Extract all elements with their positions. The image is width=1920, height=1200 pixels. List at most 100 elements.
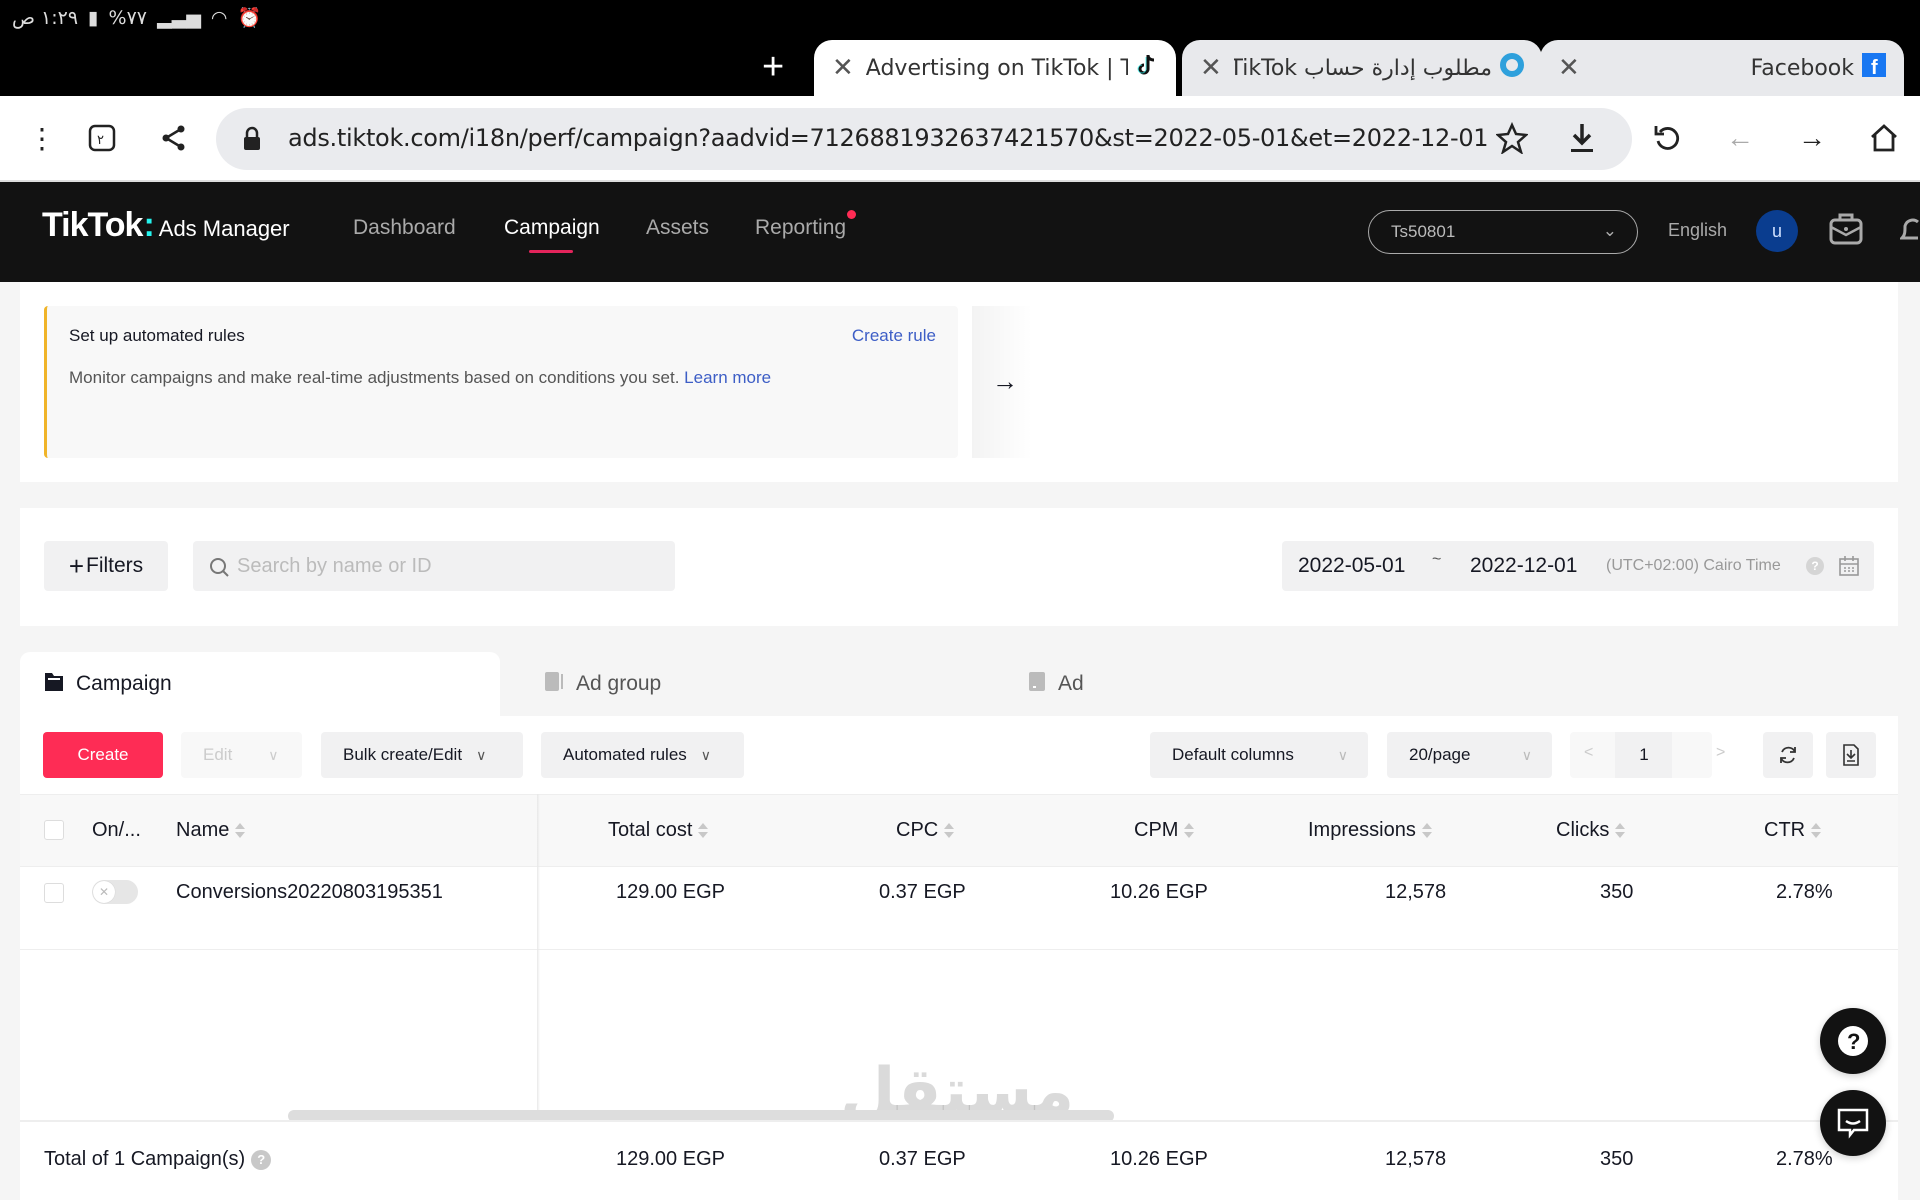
total-impressions: 12,578 — [1385, 1148, 1447, 1170]
learn-more-link[interactable]: Learn more — [684, 368, 771, 387]
tab-ad-group[interactable]: Ad group — [520, 652, 1000, 716]
refresh-button[interactable] — [1763, 732, 1813, 778]
campaign-name-link[interactable]: Conversions20220803195351 — [176, 881, 443, 904]
refresh-icon — [1780, 746, 1796, 764]
bookmark-star-icon[interactable] — [1495, 121, 1529, 159]
campaign-status-toggle[interactable]: ✕ — [92, 880, 138, 904]
help-icon[interactable]: ? — [251, 1149, 272, 1170]
home-icon[interactable] — [1864, 118, 1904, 158]
prev-page-button[interactable]: < — [1584, 744, 1593, 762]
sort-icon[interactable] — [1421, 822, 1432, 840]
chat-button[interactable] — [1820, 1090, 1886, 1156]
nav-dashboard[interactable]: Dashboard — [353, 216, 456, 240]
browser-toolbar: ⋮ ٢ ads.tiktok.com/i18n/perf/campaign?aa… — [0, 96, 1920, 182]
next-card-button[interactable]: → — [972, 306, 1032, 458]
tab-label: Ad group — [576, 672, 662, 695]
automated-rules-button[interactable]: Automated rules ∨ — [541, 732, 744, 778]
page-number-input[interactable]: 1 — [1615, 732, 1673, 778]
date-range-picker[interactable]: 2022-05-01 ~ 2022-12-01 (UTC+02:00) Cair… — [1282, 541, 1874, 591]
table-row[interactable]: Conversions20220803195351 129.00 EGP 0.3… — [20, 866, 1898, 950]
search-input[interactable] — [237, 541, 657, 591]
col-impressions[interactable]: Impressions — [1308, 819, 1432, 842]
search-icon — [209, 557, 229, 582]
help-icon[interactable]: ? — [1806, 557, 1824, 575]
date-end[interactable]: 2022-12-01 — [1470, 554, 1577, 578]
chat-icon — [1837, 1108, 1869, 1139]
date-start[interactable]: 2022-05-01 — [1298, 554, 1405, 578]
edit-label: Edit — [203, 745, 233, 764]
bulk-create-edit-button[interactable]: Bulk create/Edit ∨ — [321, 732, 523, 778]
tab-campaign[interactable]: Campaign — [20, 652, 500, 716]
tab-switcher-button[interactable]: ٢ — [82, 118, 122, 158]
cell-clicks: 350 — [1600, 881, 1634, 903]
browser-tab-facebook[interactable]: ✕ Facebook f — [1540, 40, 1904, 96]
ad-group-icon — [544, 670, 564, 698]
tiktok-ads-logo[interactable]: TikTok : Ads Manager — [42, 206, 290, 245]
question-icon: ? — [1838, 1026, 1868, 1056]
sort-icon[interactable] — [1615, 822, 1626, 840]
back-icon[interactable]: ← — [1720, 118, 1760, 158]
close-tab-icon[interactable]: ✕ — [1200, 53, 1222, 83]
browser-tab-tiktok[interactable]: ✕ Advertising on TikTok | TikTok — [814, 40, 1176, 96]
page-size-select[interactable]: 20/page ∨ — [1387, 732, 1552, 778]
calendar-icon[interactable] — [1838, 555, 1860, 582]
table-total-row: Total of 1 Campaign(s)? 129.00 EGP 0.37 … — [20, 1120, 1898, 1200]
col-cpm[interactable]: CPM — [1134, 819, 1195, 842]
row-checkbox[interactable] — [44, 883, 64, 903]
chevron-down-icon: ∨ — [476, 746, 487, 763]
export-button[interactable] — [1826, 732, 1876, 778]
select-all-checkbox[interactable] — [44, 820, 64, 840]
filters-button[interactable]: + Filters — [44, 541, 168, 591]
close-tab-icon[interactable]: ✕ — [832, 53, 854, 83]
account-selector[interactable]: Ts50801 ⌄ — [1368, 210, 1638, 254]
bell-icon[interactable] — [1898, 210, 1920, 251]
level-tabs: Campaign Ad group Ad — [20, 652, 1898, 716]
columns-select[interactable]: Default columns ∨ — [1150, 732, 1368, 778]
search-field[interactable] — [193, 541, 675, 591]
folder-icon — [44, 670, 64, 698]
menu-icon[interactable]: ⋮ — [22, 118, 62, 158]
new-tab-button[interactable]: + — [762, 48, 784, 86]
download-icon[interactable] — [1568, 122, 1596, 159]
reload-icon[interactable] — [1648, 118, 1688, 158]
nav-assets[interactable]: Assets — [646, 216, 709, 240]
col-name[interactable]: Name — [176, 819, 246, 842]
col-cpc[interactable]: CPC — [896, 819, 955, 842]
signal-icon: ▂▃▅ — [157, 6, 201, 29]
sort-icon[interactable] — [1811, 822, 1822, 840]
chevron-down-icon: ⌄ — [1602, 221, 1617, 240]
sort-icon[interactable] — [944, 822, 955, 840]
cell-cpm: 10.26 EGP — [1110, 881, 1208, 903]
col-impressions-label: Impressions — [1308, 819, 1416, 841]
col-clicks[interactable]: Clicks — [1556, 819, 1626, 842]
lock-icon — [242, 126, 262, 157]
nav-campaign[interactable]: Campaign — [504, 216, 600, 240]
sort-icon[interactable] — [235, 822, 246, 840]
share-icon[interactable] — [154, 118, 194, 158]
sort-icon[interactable] — [698, 822, 709, 840]
status-time: ١:٢٩ ص — [12, 6, 79, 29]
tab-ad[interactable]: Ad — [1004, 652, 1404, 716]
sort-icon[interactable] — [1184, 822, 1195, 840]
avatar[interactable]: u — [1756, 210, 1798, 252]
create-rule-link[interactable]: Create rule — [852, 326, 936, 346]
browser-tab-mostaql[interactable]: ✕ مطلوب إدارة حساب TikTok | مستقل — [1182, 40, 1542, 96]
language-selector[interactable]: English — [1668, 220, 1727, 241]
tiktok-icon — [1136, 53, 1158, 83]
next-page-button[interactable]: > — [1716, 744, 1725, 762]
edit-button[interactable]: Edit ∨ — [181, 732, 302, 778]
briefcase-icon[interactable] — [1828, 210, 1864, 251]
forward-icon[interactable]: → — [1792, 118, 1832, 158]
close-tab-icon[interactable]: ✕ — [1558, 53, 1580, 83]
svg-text:٢: ٢ — [97, 133, 104, 148]
chevron-down-icon: ∨ — [700, 746, 712, 763]
col-total-cost[interactable]: Total cost — [608, 819, 709, 842]
address-bar[interactable]: ads.tiktok.com/i18n/perf/campaign?aadvid… — [216, 108, 1632, 170]
create-button[interactable]: Create — [43, 732, 163, 778]
col-ctr[interactable]: CTR — [1764, 819, 1822, 842]
help-button[interactable]: ? — [1820, 1008, 1886, 1074]
automated-rules-panel: Set up automated rules Create rule Monit… — [44, 306, 958, 458]
chevron-down-icon: ∨ — [268, 746, 279, 763]
logo-colon: : — [143, 206, 155, 244]
nav-reporting[interactable]: Reporting — [755, 216, 846, 240]
